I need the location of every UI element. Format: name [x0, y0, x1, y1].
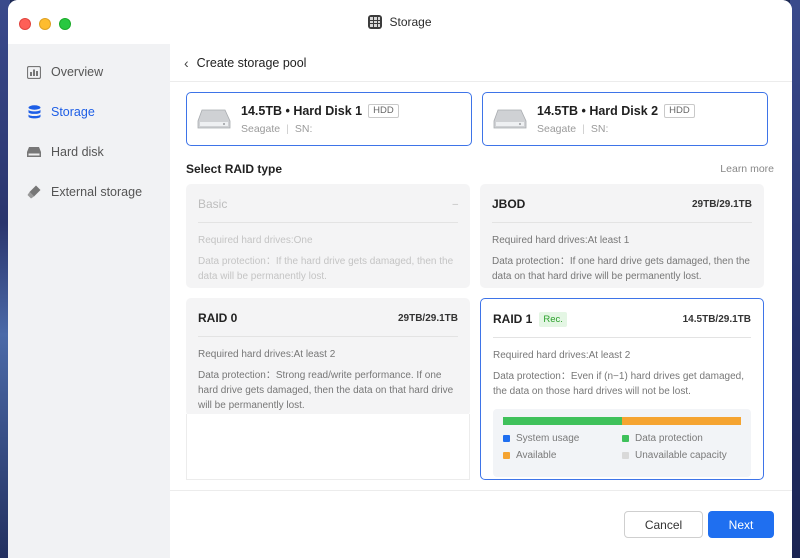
- raid-card-header: RAID 1 Rec. 14.5TB/29.1TB: [493, 311, 751, 327]
- sidebar-item-overview[interactable]: Overview: [8, 52, 170, 92]
- legend-label: System usage: [516, 433, 580, 444]
- sidebar-item-external-storage[interactable]: External storage: [8, 172, 170, 212]
- dialog-footer: Cancel Next: [170, 490, 792, 558]
- window-controls: [19, 18, 71, 30]
- capacity-legend: System usage Data protection Available U…: [503, 433, 741, 461]
- sidebar-item-label: Overview: [51, 65, 104, 79]
- capacity-bar-data-protection: [503, 417, 622, 425]
- sidebar-item-storage[interactable]: Storage: [8, 92, 170, 132]
- legend-data-protection: Data protection: [622, 433, 741, 444]
- legend-available: Available: [503, 450, 622, 461]
- capacity-usage-panel: System usage Data protection Available U…: [493, 409, 751, 477]
- sidebar: Overview Storage Hard disk External stor…: [8, 44, 170, 558]
- main-panel: ‹ Create storage pool 14.5TB • Hard Disk…: [170, 44, 792, 558]
- title-bar: Storage: [8, 0, 792, 44]
- raid-card-empty-area: [186, 414, 470, 480]
- hard-disk-card-1[interactable]: 14.5TB • Hard Disk 1 HDD Seagate | SN:: [186, 92, 472, 146]
- usb-icon: [27, 185, 41, 199]
- hdd-tag: HDD: [664, 103, 695, 118]
- raid-option-jbod[interactable]: JBOD 29TB/29.1TB Required hard drives:At…: [480, 184, 764, 288]
- raid-capacity: –: [452, 198, 458, 210]
- sidebar-item-label: Storage: [51, 105, 95, 119]
- raid-data-protection: Data protection：If the hard drive gets d…: [198, 256, 454, 282]
- raid-data-protection: Data protection：If one hard drive gets d…: [492, 256, 750, 282]
- raid-data-protection: Data protection：Even if (n−1) hard drive…: [493, 371, 744, 397]
- raid-option-basic: Basic – Required hard drives:One Data pr…: [186, 184, 470, 288]
- window-title-group: Storage: [368, 15, 432, 29]
- raid-required-drives: Required hard drives:At least 2: [198, 349, 336, 360]
- disk-name: 14.5TB • Hard Disk 1: [241, 103, 363, 118]
- divider: [493, 337, 751, 338]
- raid-name: RAID 1: [493, 312, 533, 326]
- divider: [198, 222, 458, 223]
- raid-name: Basic: [198, 197, 228, 211]
- raid-data-protection: Data protection：Strong read/write perfor…: [198, 370, 454, 411]
- page-title: Create storage pool: [196, 55, 307, 70]
- divider: [198, 336, 458, 337]
- raid-capacity: 29TB/29.1TB: [397, 312, 458, 324]
- overview-icon: [27, 65, 41, 79]
- learn-more-link[interactable]: Learn more: [720, 163, 774, 175]
- storage-app-icon: [368, 15, 383, 29]
- window-title: Storage: [389, 15, 432, 29]
- sidebar-item-label: External storage: [51, 185, 143, 199]
- cancel-button[interactable]: Cancel: [624, 511, 703, 538]
- raid-capacity: 29TB/29.1TB: [691, 198, 752, 210]
- disk-info: 14.5TB • Hard Disk 1 HDD Seagate | SN:: [241, 103, 399, 135]
- disk-name-row: 14.5TB • Hard Disk 1 HDD: [241, 103, 399, 118]
- sidebar-item-hard-disk[interactable]: Hard disk: [8, 132, 170, 172]
- legend-system-usage: System usage: [503, 433, 622, 444]
- legend-label: Data protection: [635, 433, 703, 444]
- legend-unavailable: Unavailable capacity: [622, 450, 741, 461]
- raid-card-header: RAID 0 29TB/29.1TB: [198, 310, 458, 326]
- next-button[interactable]: Next: [708, 511, 774, 538]
- raid-section-title: Select RAID type: [186, 162, 283, 176]
- legend-swatch: [503, 452, 510, 459]
- hard-disk-card-2[interactable]: 14.5TB • Hard Disk 2 HDD Seagate | SN:: [482, 92, 768, 146]
- recommended-badge: Rec.: [539, 311, 567, 327]
- hdd-tag: HDD: [368, 103, 399, 118]
- disk-sn: SN:: [294, 122, 313, 135]
- legend-swatch: [503, 435, 510, 442]
- raid-card-header: Basic –: [198, 196, 458, 212]
- capacity-bar: [503, 417, 741, 425]
- disk-meta: Seagate | SN:: [241, 123, 399, 135]
- raid-name: RAID 0: [198, 311, 238, 325]
- disk-name: 14.5TB • Hard Disk 2: [537, 103, 659, 118]
- capacity-bar-available: [622, 417, 741, 425]
- legend-swatch: [622, 435, 629, 442]
- raid-card-header: JBOD 29TB/29.1TB: [492, 196, 752, 212]
- raid-option-raid0[interactable]: RAID 0 29TB/29.1TB Required hard drives:…: [186, 298, 470, 416]
- hard-disk-image-icon: [197, 109, 231, 129]
- disk-info: 14.5TB • Hard Disk 2 HDD Seagate | SN:: [537, 103, 695, 135]
- separator: |: [582, 122, 585, 135]
- raid-required-drives: Required hard drives:At least 1: [492, 235, 630, 246]
- divider: [492, 222, 752, 223]
- separator: |: [286, 122, 289, 135]
- raid-capacity: 14.5TB/29.1TB: [682, 313, 751, 325]
- disk-name-row: 14.5TB • Hard Disk 2 HDD: [537, 103, 695, 118]
- disk-vendor: Seagate: [241, 122, 281, 135]
- legend-swatch: [622, 452, 629, 459]
- sidebar-item-label: Hard disk: [51, 145, 104, 159]
- raid-name: JBOD: [492, 197, 526, 211]
- raid-option-raid1[interactable]: RAID 1 Rec. 14.5TB/29.1TB Required hard …: [480, 298, 764, 480]
- hard-disk-image-icon: [493, 109, 527, 129]
- raid-required-drives: Required hard drives:One: [198, 235, 313, 246]
- zoom-window-button[interactable]: [59, 18, 71, 30]
- close-window-button[interactable]: [19, 18, 31, 30]
- raid-name-group: RAID 1 Rec.: [493, 311, 567, 327]
- disk-sn: SN:: [590, 122, 609, 135]
- page-header: ‹ Create storage pool: [170, 44, 792, 82]
- back-chevron-icon[interactable]: ‹: [184, 55, 189, 71]
- raid-required-drives: Required hard drives:At least 2: [493, 350, 631, 361]
- minimize-window-button[interactable]: [39, 18, 51, 30]
- disk-vendor: Seagate: [537, 122, 577, 135]
- disk-icon: [27, 145, 41, 159]
- disk-meta: Seagate | SN:: [537, 123, 695, 135]
- database-icon: [27, 105, 41, 119]
- legend-label: Available: [516, 450, 557, 461]
- storage-window: Storage Overview Storage Hard disk Exter…: [8, 0, 792, 558]
- legend-label: Unavailable capacity: [635, 450, 727, 461]
